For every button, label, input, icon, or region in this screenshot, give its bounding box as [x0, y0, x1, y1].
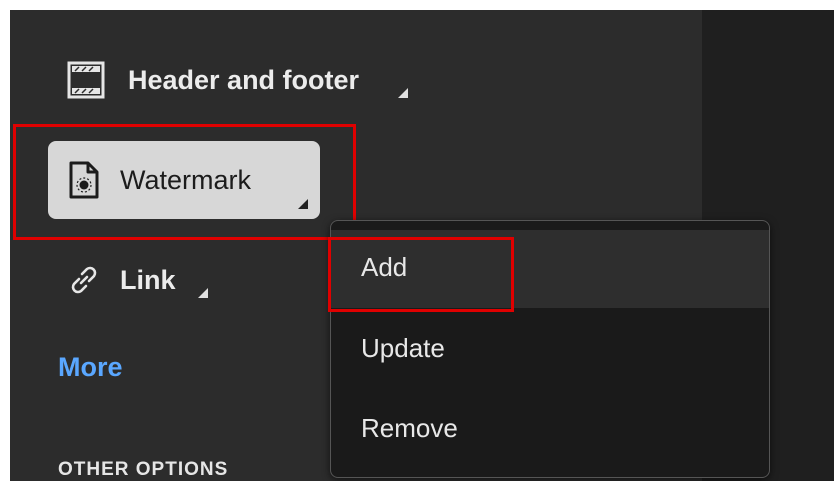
- expand-caret-icon: [198, 288, 208, 298]
- other-options-heading: OTHER OPTIONS: [58, 459, 229, 480]
- menu-item-remove[interactable]: Remove: [331, 391, 769, 469]
- link-icon: [66, 262, 102, 298]
- watermark-highlight-box: [13, 124, 356, 240]
- link-label: Link: [120, 264, 176, 295]
- header-footer-icon: [66, 58, 106, 102]
- header-footer-tool[interactable]: Header and footer: [66, 50, 408, 110]
- expand-caret-icon: [398, 88, 408, 98]
- more-link[interactable]: More: [58, 352, 123, 383]
- menu-item-label: Update: [361, 333, 445, 363]
- app-window: Header and footer Watermark Link More OT…: [10, 10, 834, 481]
- menu-item-update[interactable]: Update: [331, 311, 769, 389]
- menu-item-label: Remove: [361, 413, 458, 443]
- add-highlight-box: [328, 237, 514, 312]
- header-footer-label: Header and footer: [128, 64, 360, 95]
- link-tool[interactable]: Link: [66, 250, 208, 310]
